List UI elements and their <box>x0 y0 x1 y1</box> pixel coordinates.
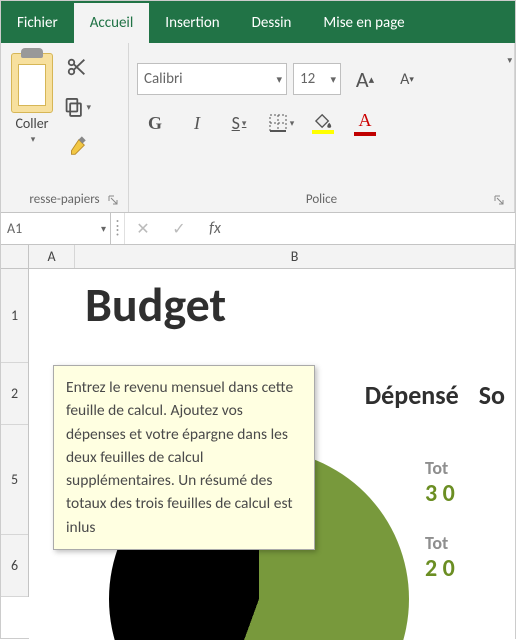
font-color-button[interactable]: A ▾ <box>347 105 383 141</box>
row-headers: 1 2 5 6 <box>1 269 29 597</box>
chevron-down-icon: ▾ <box>86 102 91 113</box>
shrink-font-button[interactable]: A▾ <box>389 61 425 97</box>
grow-font-button[interactable]: A▴ <box>347 61 383 97</box>
totals-block: Tot 3 0 Tot 2 0 <box>425 449 515 583</box>
font-name-combo[interactable]: Calibri ▾ <box>137 63 287 95</box>
row-header-5[interactable]: 5 <box>1 425 28 535</box>
chevron-down-icon: ▾ <box>242 118 247 129</box>
chevron-down-icon: ▾ <box>507 55 512 66</box>
copy-button[interactable]: ▾ <box>63 93 91 121</box>
chevron-down-icon: ▾ <box>276 73 282 86</box>
underline-button[interactable]: S▾ <box>221 105 257 141</box>
paste-button[interactable]: Coller ▾ <box>9 49 55 188</box>
select-all-corner[interactable] <box>1 245 29 268</box>
check-icon: ✓ <box>172 219 185 239</box>
paste-label: Coller <box>15 115 48 132</box>
chevron-down-icon: ▾ <box>330 73 336 86</box>
font-size-combo[interactable]: 12 ▾ <box>293 63 341 95</box>
row-header-6[interactable]: 6 <box>1 535 28 597</box>
worksheet: A B 1 2 5 6 Budget Dépensé So Tot 3 0 To… <box>1 245 515 640</box>
cells-area[interactable]: Budget Dépensé So Tot 3 0 Tot 2 0 Entrez… <box>29 269 515 640</box>
cancel-formula-button[interactable]: ✕ <box>125 213 161 244</box>
chevron-down-icon: ▾ <box>290 118 295 129</box>
spent-label: Dépensé <box>365 379 459 411</box>
group-font: Calibri ▾ 12 ▾ A▴ A▾ G I S▾ <box>129 43 515 212</box>
ribbon-tabs: Fichier Accueil Insertion Dessin Mise en… <box>1 1 515 43</box>
tab-layout[interactable]: Mise en page <box>307 1 420 43</box>
total-label-1: Tot <box>425 457 515 479</box>
tab-home[interactable]: Accueil <box>74 1 150 43</box>
borders-button[interactable]: ▾ <box>263 105 299 141</box>
cell-comment-tooltip: Entrez le revenu mensuel dans cette feui… <box>53 365 315 550</box>
italic-button[interactable]: I <box>179 105 215 141</box>
formula-bar: A1 ▾ ⁞ ✕ ✓ fx <box>1 213 515 245</box>
row-header-1[interactable]: 1 <box>1 269 28 363</box>
group-clipboard-label: resse-papiers <box>29 192 99 207</box>
fill-color-button[interactable]: ▾ <box>305 105 341 141</box>
page-title: Budget <box>85 275 226 334</box>
cut-button[interactable] <box>63 53 91 81</box>
bucket-icon <box>314 113 332 129</box>
borders-icon <box>268 113 288 133</box>
tab-insert[interactable]: Insertion <box>149 1 235 43</box>
column-header-b[interactable]: B <box>75 245 515 268</box>
clipboard-icon <box>11 53 53 113</box>
bold-button[interactable]: G <box>137 105 173 141</box>
fill-color-swatch <box>312 130 334 134</box>
format-painter-button[interactable] <box>63 133 91 161</box>
insert-function-button[interactable]: fx <box>197 213 233 244</box>
total-label-2: Tot <box>425 532 515 554</box>
dialog-launcher-icon[interactable] <box>492 194 506 208</box>
group-font-label: Police <box>306 192 337 207</box>
tab-draw[interactable]: Dessin <box>236 1 308 43</box>
total-value-2: 2 0 <box>425 554 515 583</box>
column-headers: A B <box>1 245 515 269</box>
font-color-swatch <box>354 132 376 136</box>
savings-label: So <box>479 379 505 411</box>
separator: ⁞ <box>111 213 125 244</box>
copy-icon <box>63 96 84 118</box>
accept-formula-button[interactable]: ✓ <box>161 213 197 244</box>
chevron-down-icon: ▾ <box>31 134 36 145</box>
formula-input[interactable] <box>233 213 515 244</box>
row-header-2[interactable]: 2 <box>1 363 28 425</box>
ribbon: Coller ▾ ▾ resse-papiers <box>1 43 515 213</box>
x-icon: ✕ <box>136 219 149 239</box>
scissors-icon <box>66 56 88 78</box>
column-header-a[interactable]: A <box>29 245 75 268</box>
total-value-1: 3 0 <box>425 479 515 508</box>
tab-file[interactable]: Fichier <box>1 1 74 43</box>
font-size-value: 12 <box>300 70 315 88</box>
dialog-launcher-icon[interactable] <box>106 194 120 208</box>
group-clipboard: Coller ▾ ▾ resse-papiers <box>1 43 129 212</box>
chevron-down-icon: ▾ <box>101 222 106 235</box>
font-name-value: Calibri <box>144 70 183 88</box>
paintbrush-icon <box>66 136 88 158</box>
name-box[interactable]: A1 ▾ <box>1 213 111 244</box>
